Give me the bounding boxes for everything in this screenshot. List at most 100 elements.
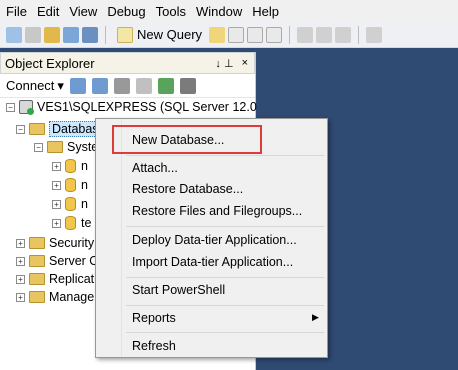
highlight-box bbox=[112, 125, 262, 154]
server-icon bbox=[19, 100, 34, 115]
dropdown-icon[interactable] bbox=[25, 26, 41, 43]
menu-edit[interactable]: Edit bbox=[35, 4, 67, 19]
toolbar-divider bbox=[289, 25, 291, 44]
refresh-icon[interactable] bbox=[157, 77, 174, 94]
folder-icon bbox=[29, 255, 45, 267]
expand-icon[interactable]: + bbox=[52, 161, 61, 171]
undo-icon[interactable] bbox=[366, 26, 383, 43]
tree-node-replication[interactable]: + Replicati bbox=[16, 270, 97, 288]
toolbar-divider bbox=[358, 25, 360, 44]
tree-node-db[interactable]: + n bbox=[52, 176, 88, 194]
menu-help[interactable]: Help bbox=[250, 4, 287, 19]
expand-icon[interactable]: + bbox=[16, 292, 25, 302]
disconnect-icon[interactable] bbox=[91, 77, 108, 94]
mdx-query-icon[interactable] bbox=[228, 26, 245, 43]
tree-node-system-databases[interactable]: − Syste bbox=[34, 138, 98, 156]
tree-node-db[interactable]: + n bbox=[52, 195, 88, 213]
filter-icon[interactable] bbox=[135, 77, 152, 94]
collapse-icon[interactable]: − bbox=[16, 124, 25, 134]
tree-node-server[interactable]: − VES1\SQLEXPRESS (SQL Server 12.0.2000 … bbox=[6, 98, 296, 116]
database-icon bbox=[65, 178, 76, 192]
expand-icon[interactable]: + bbox=[16, 256, 25, 266]
folder-label: Replicati bbox=[49, 272, 97, 286]
expand-icon[interactable]: + bbox=[52, 218, 61, 228]
menu-item-refresh[interactable]: Refresh bbox=[132, 337, 176, 355]
database-icon bbox=[65, 159, 76, 173]
folder-icon bbox=[29, 291, 45, 303]
db-label: te bbox=[81, 216, 92, 230]
new-query-icon bbox=[117, 26, 133, 43]
folder-icon bbox=[29, 237, 45, 249]
menu-separator bbox=[126, 155, 324, 156]
paste-icon[interactable] bbox=[335, 26, 352, 43]
object-explorer-header: Object Explorer ↓ ⊥ × bbox=[0, 52, 255, 74]
menu-window[interactable]: Window bbox=[194, 4, 250, 19]
new-query-button[interactable]: New Query bbox=[113, 26, 206, 43]
menu-separator bbox=[126, 305, 324, 306]
connect-server-icon[interactable] bbox=[69, 77, 86, 94]
save-icon[interactable] bbox=[63, 26, 79, 43]
save-all-icon[interactable] bbox=[82, 26, 98, 43]
context-menu-gutter bbox=[96, 119, 122, 357]
folder-label: Security bbox=[49, 236, 95, 250]
menu-view[interactable]: View bbox=[67, 4, 105, 19]
new-project-icon[interactable] bbox=[6, 26, 22, 43]
connect-button[interactable]: Connect ▾ bbox=[6, 78, 64, 94]
folder-icon bbox=[29, 123, 45, 135]
menu-item-reports[interactable]: Reports bbox=[132, 309, 176, 327]
object-explorer-toolbar: Connect ▾ bbox=[0, 74, 255, 98]
menu-item-restore-files[interactable]: Restore Files and Filegroups... bbox=[132, 202, 302, 220]
expand-icon[interactable]: + bbox=[16, 274, 25, 284]
expand-icon[interactable]: + bbox=[52, 199, 61, 209]
menu-separator bbox=[126, 277, 324, 278]
chevron-down-icon: ▾ bbox=[57, 77, 64, 93]
menu-item-deploy-data-tier[interactable]: Deploy Data-tier Application... bbox=[132, 231, 297, 249]
tree-node-security[interactable]: + Security bbox=[16, 234, 94, 252]
database-icon bbox=[65, 197, 76, 211]
menu-debug[interactable]: Debug bbox=[105, 4, 153, 19]
expand-icon[interactable]: + bbox=[16, 238, 25, 248]
tree-node-management[interactable]: + Manage bbox=[16, 288, 94, 306]
tree-node-db[interactable]: + te bbox=[52, 214, 91, 232]
copy-icon[interactable] bbox=[316, 26, 333, 43]
database-icon bbox=[65, 216, 76, 230]
system-label: Syste bbox=[67, 140, 99, 154]
main-toolbar: New Query bbox=[0, 22, 458, 48]
db-label: n bbox=[81, 159, 88, 173]
menu-item-import-data-tier[interactable]: Import Data-tier Application... bbox=[132, 253, 293, 271]
folder-icon bbox=[47, 141, 63, 153]
expand-icon[interactable]: + bbox=[52, 180, 61, 190]
folder-label: Manage bbox=[49, 290, 95, 304]
menu-tools[interactable]: Tools bbox=[154, 4, 194, 19]
new-query-label: New Query bbox=[137, 27, 203, 42]
tree-node-server-objects[interactable]: + Server O bbox=[16, 252, 99, 270]
open-folder-icon[interactable] bbox=[44, 26, 60, 43]
connect-label: Connect bbox=[6, 78, 55, 93]
context-menu: New Database... Attach... Restore Databa… bbox=[95, 118, 328, 358]
collapse-icon[interactable]: − bbox=[6, 102, 15, 112]
folder-label: Server O bbox=[49, 254, 100, 268]
cut-icon[interactable] bbox=[297, 26, 314, 43]
submenu-arrow-icon: ▶ bbox=[312, 312, 319, 322]
stop-icon[interactable] bbox=[113, 77, 130, 94]
menu-file[interactable]: File bbox=[4, 4, 35, 19]
pin-icon[interactable]: ↓ ⊥ bbox=[215, 57, 233, 70]
menu-item-attach[interactable]: Attach... bbox=[132, 159, 178, 177]
menu-item-restore-database[interactable]: Restore Database... bbox=[132, 180, 243, 198]
db-label: n bbox=[81, 178, 88, 192]
activity-monitor-icon[interactable] bbox=[179, 77, 196, 94]
menu-separator bbox=[126, 226, 324, 227]
db-label: n bbox=[81, 197, 88, 211]
query-db-icon[interactable] bbox=[209, 26, 226, 43]
toolbar-divider bbox=[105, 25, 106, 44]
tree-node-db[interactable]: + n bbox=[52, 157, 88, 175]
collapse-icon[interactable]: − bbox=[34, 142, 43, 152]
menu-item-start-powershell[interactable]: Start PowerShell bbox=[132, 281, 225, 299]
menu-bar: File Edit View Debug Tools Window Help bbox=[0, 0, 458, 22]
panel-title: Object Explorer bbox=[5, 55, 95, 71]
menu-separator bbox=[126, 332, 324, 333]
close-icon[interactable]: × bbox=[242, 57, 248, 70]
folder-icon bbox=[29, 273, 45, 285]
dmx-query-icon[interactable] bbox=[247, 26, 264, 43]
xmla-query-icon[interactable] bbox=[266, 26, 283, 43]
